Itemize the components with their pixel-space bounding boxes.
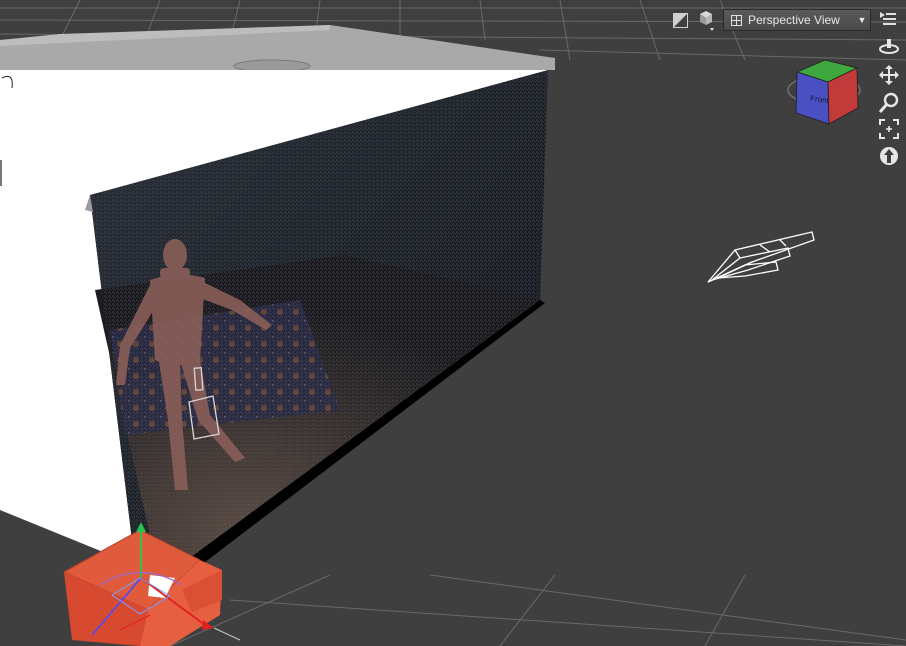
camera-object [707,231,815,283]
orbit-icon[interactable] [878,36,900,58]
view-cube[interactable]: Front [787,59,861,125]
reset-view-icon[interactable] [878,145,900,167]
chevron-down-icon: ▼ [857,15,867,25]
3d-viewport[interactable]: Front Perspective View ▼ [0,0,906,646]
view-selector-label: Perspective View [748,13,840,27]
camera-menu-icon[interactable] [697,10,715,31]
scene-canvas[interactable]: Front [0,0,906,646]
view-grid-icon [731,14,742,26]
pan-icon[interactable] [878,64,900,86]
zoom-icon[interactable] [878,92,900,114]
viewport-menu-icon[interactable] [879,11,897,27]
frame-icon[interactable] [878,118,900,140]
draw-style-icon[interactable] [673,13,688,28]
view-selector-dropdown[interactable]: Perspective View ▼ [723,9,871,31]
